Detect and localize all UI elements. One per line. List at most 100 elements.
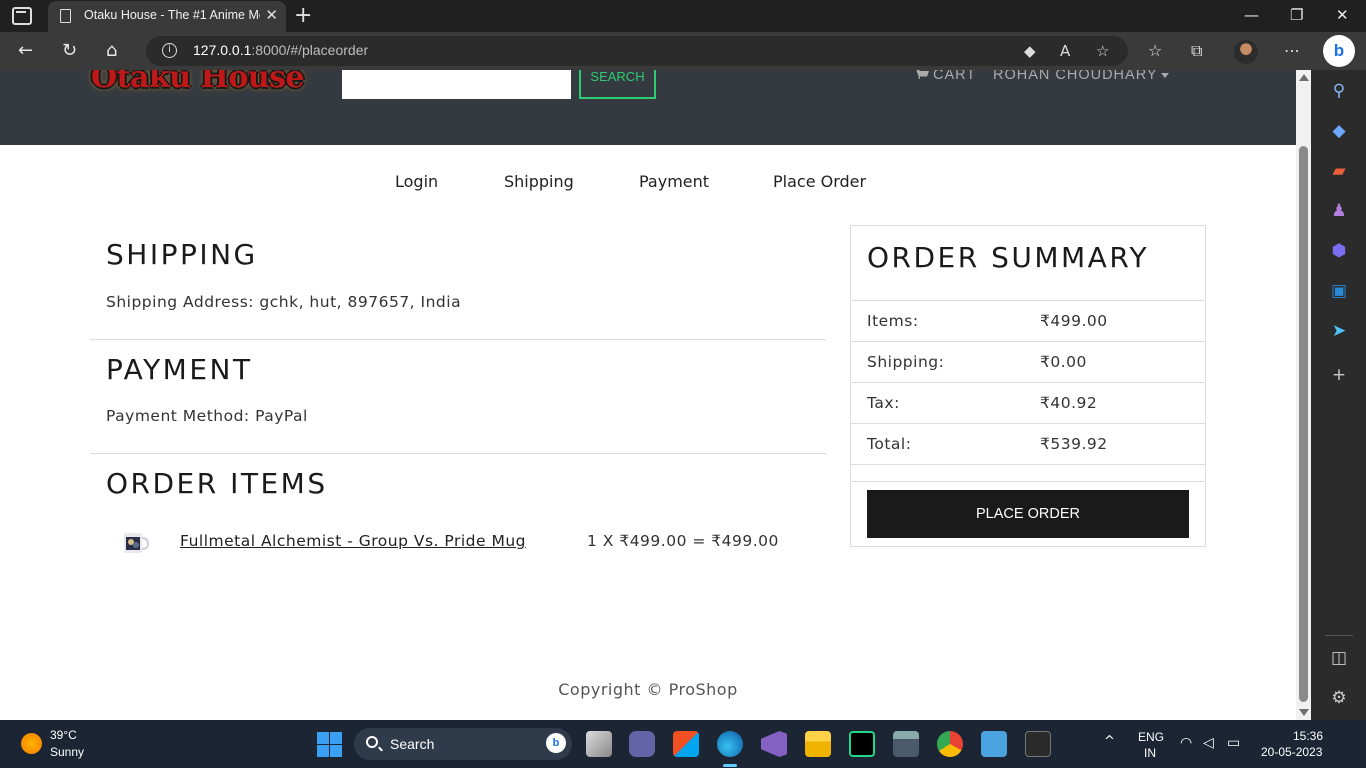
task-view-icon[interactable] [586,731,612,757]
taskbar-search[interactable]: Search b [354,728,572,760]
footer-copyright: Copyright © ProShop [558,680,738,699]
page-scrollbar[interactable] [1296,70,1311,720]
notepad-icon[interactable] [981,731,1007,757]
summary-row-items: Items: ₹499.00 [851,300,1205,341]
shipping-address: Shipping Address: gchk, hut, 897657, Ind… [106,293,462,311]
collections-icon[interactable]: ⧉ [1191,41,1202,61]
bing-chat-icon[interactable]: b [1323,35,1355,67]
outlook-icon[interactable]: ▣ [1329,281,1349,301]
weather-sun-icon[interactable] [21,733,42,754]
site-logo[interactable]: Otaku House [91,70,305,95]
edge-sidebar: ⚲ ◆ ▰ ♟ ⬢ ▣ ➤ + ◫ ⚙ [1311,70,1366,720]
hide-sidebar-icon[interactable]: ◫ [1329,648,1349,668]
summary-value: ₹499.00 [1040,312,1108,330]
summary-label: Shipping: [867,353,945,371]
divider [90,453,826,454]
site-info-icon[interactable]: i [162,43,177,58]
page-icon [60,9,71,23]
step-place-order[interactable]: Place Order [773,172,866,191]
shipping-heading: SHIPPING [106,238,258,271]
edge-browser-icon[interactable] [717,731,743,757]
browser-tab[interactable]: Otaku House - The #1 Anime Me ✕ [48,1,286,32]
favorites-icon[interactable]: ☆ [1148,41,1162,60]
weather-condition[interactable]: Sunny [50,745,84,759]
product-link[interactable]: Fullmetal Alchemist - Group Vs. Pride Mu… [180,532,526,550]
read-aloud-icon[interactable]: A [1060,42,1070,60]
summary-label: Tax: [867,394,900,412]
search-icon[interactable]: ⚲ [1329,81,1349,101]
shopping-tag-icon[interactable]: ◆ [1329,121,1349,141]
step-login[interactable]: Login [395,172,438,191]
home-icon[interactable]: ⌂ [106,40,117,61]
restore-icon[interactable]: ❐ [1290,6,1303,24]
scroll-up-arrow-icon[interactable] [1299,74,1309,81]
summary-label: Total: [867,435,912,453]
summary-label: Items: [867,312,919,330]
summary-row-tax: Tax: ₹40.92 [851,382,1205,423]
address-bar[interactable]: i 127.0.0.1:8000/#/placeorder ◆ A ☆ [146,36,1128,66]
search-icon [366,736,378,748]
cart-link[interactable]: CART [916,70,976,83]
close-window-icon[interactable]: ✕ [1336,6,1349,24]
teams-chat-icon[interactable] [629,731,655,757]
url-path: :8000/#/placeorder [251,42,369,58]
url-host: 127.0.0.1 [193,42,252,58]
weather-temperature[interactable]: 39°C [50,728,77,742]
page-viewport: Otaku House SEARCH CART ROHAN CHOUDHARY … [0,70,1296,720]
user-name: ROHAN CHOUDHARY [993,70,1158,83]
refresh-icon[interactable]: ↻ [62,40,77,61]
windows-start-icon[interactable] [317,732,342,757]
pycharm-icon[interactable] [849,731,875,757]
order-item-row: Fullmetal Alchemist - Group Vs. Pride Mu… [106,522,806,562]
language-indicator[interactable]: ENG [1138,730,1164,744]
add-favorite-icon[interactable]: ☆ [1096,42,1109,60]
cart-icon [916,70,929,79]
add-sidebar-app-icon[interactable]: + [1329,365,1349,385]
bing-icon: b [546,733,566,753]
profile-avatar[interactable] [1234,40,1258,64]
summary-row-shipping: Shipping: ₹0.00 [851,341,1205,382]
scroll-down-arrow-icon[interactable] [1299,709,1309,716]
browser-toolbar: ← ↻ ⌂ i 127.0.0.1:8000/#/placeorder ◆ A … [0,32,1366,70]
tray-chevron-up-icon[interactable]: ^ [1104,734,1115,749]
more-menu-icon[interactable]: ⋯ [1284,41,1300,60]
coupon-tag-icon[interactable]: ◆ [1024,42,1036,60]
file-explorer-icon[interactable] [805,731,831,757]
step-payment[interactable]: Payment [639,172,709,191]
clock-time[interactable]: 15:36 [1293,729,1323,743]
summary-value: ₹0.00 [1040,353,1087,371]
new-tab-icon[interactable]: + [294,3,312,28]
divider [90,339,826,340]
visual-studio-icon[interactable] [761,731,787,757]
minimize-icon[interactable]: — [1244,6,1259,24]
tools-icon[interactable]: ▰ [1329,161,1349,181]
close-tab-icon[interactable]: ✕ [265,6,278,24]
calculator-icon[interactable] [893,731,919,757]
chrome-icon[interactable] [937,731,963,757]
microsoft-store-icon[interactable] [673,731,699,757]
url-text[interactable]: 127.0.0.1:8000/#/placeorder [193,42,368,58]
windows-taskbar: 39°C Sunny Search b ^ ENG IN ◠ ◁ ▭ 15:36… [0,720,1366,768]
microsoft-365-icon[interactable]: ⬢ [1329,241,1349,261]
summary-row-divider [851,481,1205,482]
back-icon[interactable]: ← [18,40,33,61]
volume-icon[interactable]: ◁ [1203,735,1214,751]
region-indicator[interactable]: IN [1144,746,1156,760]
settings-gear-icon[interactable]: ⚙ [1329,688,1349,708]
games-icon[interactable]: ♟ [1329,201,1349,221]
user-menu-dropdown[interactable]: ROHAN CHOUDHARY [993,70,1169,83]
battery-icon[interactable]: ▭ [1227,735,1240,751]
wifi-icon[interactable]: ◠ [1180,735,1192,751]
clock-date[interactable]: 20-05-2023 [1261,745,1322,759]
search-button[interactable]: SEARCH [579,70,656,99]
step-shipping[interactable]: Shipping [504,172,574,191]
place-order-button[interactable]: PLACE ORDER [867,490,1189,538]
scroll-thumb[interactable] [1299,146,1308,702]
tab-actions-icon[interactable] [12,7,32,25]
drop-icon[interactable]: ➤ [1329,321,1349,341]
terminal-icon[interactable] [1025,731,1051,757]
chevron-down-icon [1160,72,1169,78]
payment-heading: PAYMENT [106,353,253,386]
search-input[interactable] [342,70,571,99]
active-app-indicator [723,764,737,767]
